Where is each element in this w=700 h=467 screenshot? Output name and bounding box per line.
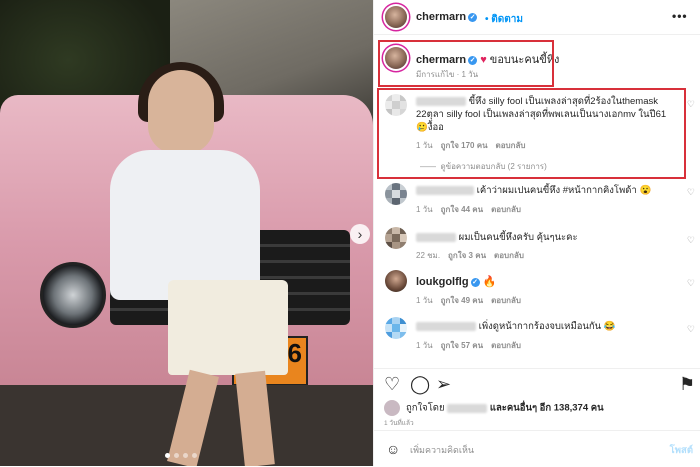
carousel-dot: [192, 453, 197, 458]
post-action-bar: ♡ ◯ ➢ ⚑: [374, 368, 700, 397]
add-comment-bar: ☺ เพิ่มความคิดเห็น โพสต์: [374, 430, 700, 467]
comment-body: เพิ่งดูหน้ากากร้องจบเหมือนกัน 😂: [478, 321, 616, 332]
post-comment-button[interactable]: โพสต์: [670, 443, 693, 458]
likes-count[interactable]: และคนอื่นๆ อีก 138,374 คน: [490, 403, 604, 414]
verified-badge-icon: ✓: [468, 12, 478, 22]
comment-meta: 1 วัน ถูกใจ 44 คน ตอบกลับ: [416, 203, 521, 216]
likes-summary[interactable]: ถูกใจโดย และคนอื่นๆ อีก 138,374 คน: [384, 400, 604, 416]
emoji-picker-icon[interactable]: ☺: [386, 441, 400, 457]
reply-button[interactable]: ตอบกลับ: [494, 251, 524, 260]
share-paper-plane-icon[interactable]: ➢: [436, 374, 451, 395]
photo-headlamp: [40, 262, 106, 328]
post-photo[interactable]: 6 ›: [0, 0, 373, 466]
comment-bubble-icon[interactable]: ◯: [410, 374, 430, 395]
follow-label[interactable]: ติดตาม: [491, 14, 523, 25]
comment-avatar-pixelated[interactable]: [385, 227, 407, 249]
blurred-username: [447, 403, 488, 413]
like-comment-icon[interactable]: ♡: [687, 99, 695, 110]
comment-likes[interactable]: ถูกใจ 57 คน: [441, 341, 483, 350]
reply-button[interactable]: ตอบกลับ: [491, 296, 521, 305]
blurred-username: [416, 232, 456, 242]
reply-button[interactable]: ตอบกลับ: [491, 341, 521, 350]
comment-meta: 22 ชม. ถูกใจ 3 คน ตอบกลับ: [416, 249, 524, 262]
like-heart-icon[interactable]: ♡: [384, 374, 400, 395]
comment-text: เพิ่งดูหน้ากากร้องจบเหมือนกัน 😂: [416, 320, 674, 333]
liked-by-label: ถูกใจโดย: [406, 402, 445, 414]
carousel-dot: [183, 453, 188, 458]
add-comment-input[interactable]: เพิ่มความคิดเห็น: [410, 443, 474, 457]
photo-person-face: [148, 70, 214, 154]
comment-time: 1 วัน: [416, 341, 433, 350]
like-comment-icon[interactable]: ♡: [687, 235, 695, 246]
comment-author[interactable]: loukgolflg ✓ 🔥: [416, 275, 496, 288]
comment-likes[interactable]: ถูกใจ 44 คน: [441, 205, 483, 214]
carousel-dot-active: [165, 453, 170, 458]
carousel-indicator: [165, 453, 197, 458]
like-comment-icon[interactable]: ♡: [687, 324, 695, 335]
comment-likes[interactable]: ถูกใจ 3 คน: [448, 251, 486, 260]
author-username-text[interactable]: chermarn: [416, 11, 466, 23]
carousel-dot: [174, 453, 179, 458]
blurred-username: [416, 185, 474, 195]
comment-body: ผมเป็นคนขี้หึงครับ คุ้นๆนะคะ: [458, 232, 578, 243]
comment-meta: 1 วัน ถูกใจ 49 คน ตอบกลับ: [416, 294, 521, 307]
bookmark-icon[interactable]: ⚑: [679, 374, 695, 395]
like-comment-icon[interactable]: ♡: [687, 278, 695, 289]
author-username[interactable]: chermarn ✓: [416, 11, 478, 23]
more-options-icon[interactable]: •••: [672, 9, 688, 23]
photo-person-shirt: [110, 150, 260, 300]
comment-likes[interactable]: ถูกใจ 49 คน: [441, 296, 483, 305]
post-header: chermarn ✓ • ติดตาม •••: [374, 0, 700, 35]
author-avatar[interactable]: [385, 6, 407, 28]
verified-badge-icon: ✓: [470, 277, 480, 287]
instagram-post-view: 6 › chermarn ✓ • ติดตาม ••• chermarn ✓ ♥ ข…: [0, 0, 700, 466]
chevron-right-icon: ›: [357, 226, 363, 242]
comment-text: ผมเป็นคนขี้หึงครับ คุ้นๆนะคะ: [416, 231, 674, 244]
like-comment-icon[interactable]: ♡: [687, 187, 695, 198]
comment-time: 22 ชม.: [416, 251, 441, 260]
next-photo-button[interactable]: ›: [350, 224, 370, 244]
comment-highlight-box: [377, 88, 686, 179]
post-date: 1 วันที่แล้ว: [384, 420, 414, 427]
comment-text: เค้าว่าผมเปนคนขี้หึง #หน้ากากคิงโพด้า 😮: [416, 184, 674, 197]
commenter-avatar[interactable]: [385, 270, 407, 292]
reply-button[interactable]: ตอบกลับ: [491, 205, 521, 214]
comment-time: 1 วัน: [416, 296, 433, 305]
caption-highlight-box: [378, 40, 554, 87]
comment-time: 1 วัน: [416, 205, 433, 214]
follow-button[interactable]: • ติดตาม: [485, 12, 523, 27]
comment-body: เค้าว่าผมเปนคนขี้หึง #หน้ากากคิงโพด้า 😮: [476, 185, 652, 196]
comment-author-text[interactable]: loukgolflg: [416, 276, 469, 288]
photo-person-skirt: [168, 280, 288, 375]
comment-meta: 1 วัน ถูกใจ 57 คน ตอบกลับ: [416, 339, 521, 352]
blurred-username: [416, 321, 476, 331]
fire-emoji: 🔥: [482, 276, 497, 288]
comment-avatar-pixelated[interactable]: [385, 183, 407, 205]
comment-avatar-pixelated[interactable]: [385, 317, 407, 339]
liker-avatar: [384, 400, 400, 416]
